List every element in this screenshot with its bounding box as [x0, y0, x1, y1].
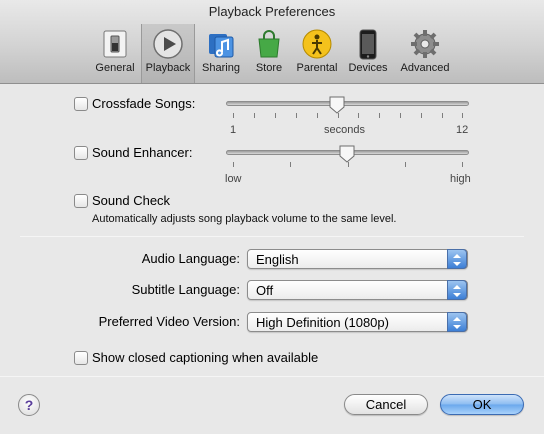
video-version-label: Preferred Video Version: [98, 314, 240, 329]
sound-enhancer-label: Sound Enhancer: [92, 145, 193, 160]
help-button[interactable]: ? [18, 394, 40, 416]
section-divider [20, 236, 524, 237]
tab-devices[interactable]: Devices [345, 24, 391, 83]
audio-language-value: English [256, 252, 299, 267]
subtitle-language-select[interactable]: Off [247, 280, 468, 300]
window-title: Playback Preferences [208, 4, 336, 19]
video-version-select[interactable]: High Definition (1080p) [247, 312, 468, 332]
crossfade-min-label: 1 [230, 124, 237, 136]
closed-captioning-label: Show closed captioning when available [92, 350, 319, 365]
video-version-value: High Definition (1080p) [256, 315, 389, 330]
audio-language-select[interactable]: English [247, 249, 468, 269]
iphone-icon [359, 29, 377, 60]
tab-general[interactable]: General [90, 24, 140, 83]
tab-playback[interactable]: Playback [141, 24, 195, 83]
sound-check-checkbox[interactable] [74, 194, 88, 208]
tab-sharing[interactable]: Sharing [198, 24, 244, 83]
play-icon [153, 29, 183, 59]
tab-advanced-label: Advanced [400, 62, 450, 74]
crossfade-slider-track[interactable] [226, 101, 469, 106]
audio-language-label: Audio Language: [141, 251, 240, 266]
tab-sharing-label: Sharing [202, 62, 240, 74]
tab-devices-label: Devices [348, 62, 388, 74]
tab-advanced[interactable]: Advanced [396, 24, 454, 83]
tab-playback-label: Playback [145, 62, 191, 74]
audio-language-stepper-icon [447, 249, 467, 269]
tab-parental-label: Parental [296, 62, 338, 74]
titlebar: Playback Preferences General Playback Sh… [0, 0, 544, 84]
preferences-window: Playback Preferences General Playback Sh… [0, 0, 544, 434]
cancel-button[interactable]: Cancel [344, 394, 428, 415]
crossfade-unit-label: seconds [324, 124, 365, 136]
tab-store-label: Store [255, 62, 283, 74]
tab-store[interactable]: Store [248, 24, 290, 83]
video-version-stepper-icon [447, 312, 467, 332]
sound-enhancer-min-label: low [225, 173, 242, 185]
tab-parental[interactable]: Parental [292, 24, 342, 83]
ok-button[interactable]: OK [440, 394, 524, 415]
crossfade-checkbox[interactable] [74, 97, 88, 111]
crossfade-label: Crossfade Songs: [92, 96, 196, 111]
sound-enhancer-max-label: high [450, 173, 471, 185]
switch-icon [103, 30, 127, 58]
shopping-bag-icon [258, 30, 280, 58]
gear-icon [411, 30, 439, 58]
subtitle-language-value: Off [256, 283, 274, 298]
subtitle-language-label: Subtitle Language: [131, 282, 240, 297]
parental-icon [302, 29, 332, 59]
footer-divider [0, 376, 544, 377]
crossfade-max-label: 12 [456, 124, 469, 136]
subtitle-language-stepper-icon [447, 280, 467, 300]
tab-general-label: General [95, 62, 135, 74]
music-folder-icon [209, 34, 234, 58]
crossfade-slider-thumb[interactable] [329, 96, 345, 114]
closed-captioning-checkbox[interactable] [74, 351, 88, 365]
sound-enhancer-slider-thumb[interactable] [339, 145, 355, 163]
sound-check-label: Sound Check [92, 193, 171, 208]
sound-check-description: Automatically adjusts song playback volu… [92, 213, 397, 225]
sound-enhancer-checkbox[interactable] [74, 146, 88, 160]
crossfade-slider-ticks [233, 113, 463, 119]
